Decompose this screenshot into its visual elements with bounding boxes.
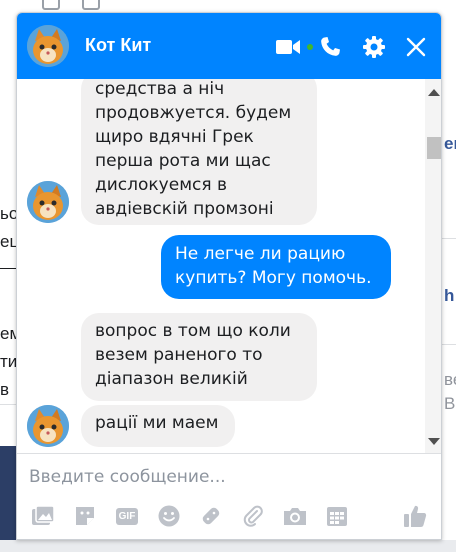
background-divider: [0, 268, 16, 269]
background-text: ти: [0, 352, 18, 371]
gear-icon[interactable]: [359, 32, 389, 62]
photo-icon[interactable]: [29, 502, 57, 530]
message-scrollbar[interactable]: [425, 79, 441, 453]
chat-window: Кот Кит средства а ніч продовжуется. буд…: [16, 12, 442, 540]
incoming-message: средства а ніч продовжуется. будем щиро …: [81, 79, 317, 225]
background-divider: [0, 404, 16, 405]
chat-header[interactable]: Кот Кит: [17, 13, 441, 79]
outgoing-message: Не легче ли рацию купить? Могу помочь.: [161, 235, 391, 299]
background-link: ен: [444, 134, 456, 153]
sticker-icon[interactable]: [71, 502, 99, 530]
background-text: ве: [444, 370, 456, 389]
scroll-up-arrow-icon[interactable]: [428, 89, 440, 96]
background-text: Вь: [444, 394, 456, 413]
contact-name[interactable]: Кот Кит: [85, 35, 151, 56]
background-icon: [42, 0, 60, 10]
composer-toolbar: GIF: [17, 502, 441, 532]
message-composer: GIF: [17, 454, 441, 539]
games-icon[interactable]: [197, 502, 225, 530]
attach-icon[interactable]: [239, 502, 267, 530]
gif-icon[interactable]: GIF: [113, 502, 141, 530]
background-divider: [442, 344, 456, 345]
phone-icon[interactable]: [315, 32, 345, 62]
background-footer: [0, 540, 456, 552]
incoming-message: рації ми маем: [81, 405, 235, 447]
scrollbar-thumb[interactable]: [427, 137, 441, 159]
video-camera-icon[interactable]: [273, 32, 303, 62]
online-status-dot: [307, 44, 313, 50]
background-divider: [442, 238, 456, 239]
thumbs-up-icon[interactable]: [401, 502, 429, 530]
scroll-down-arrow-icon[interactable]: [428, 438, 440, 445]
contact-avatar[interactable]: [27, 181, 69, 223]
close-icon[interactable]: [401, 32, 431, 62]
contact-avatar[interactable]: [27, 25, 69, 67]
message-list[interactable]: средства а ніч продовжуется. будем щиро …: [17, 79, 441, 453]
background-text: в: [0, 380, 10, 399]
background-icon: [82, 0, 100, 10]
incoming-message: вопрос в том що коли везем раненого то д…: [81, 313, 317, 401]
message-input[interactable]: [29, 462, 429, 492]
background-link: h: [444, 286, 455, 305]
contact-avatar[interactable]: [27, 405, 69, 447]
background-dark-panel: [0, 446, 16, 540]
page: ьо ец ем ти в ен h ве Вь К: [0, 0, 456, 552]
emoji-icon[interactable]: [155, 502, 183, 530]
camera-icon[interactable]: [281, 502, 309, 530]
plan-icon[interactable]: [323, 502, 351, 530]
